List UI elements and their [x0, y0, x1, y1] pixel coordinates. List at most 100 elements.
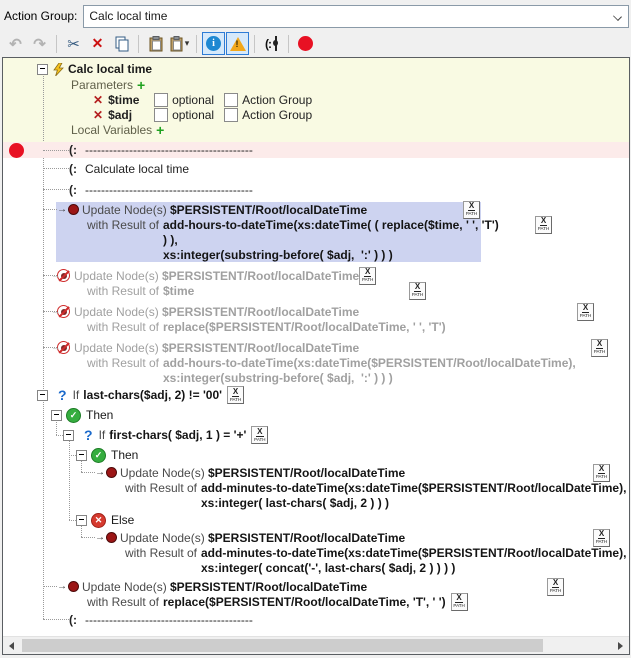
delete-button[interactable]: ✕: [86, 32, 109, 55]
copy-button[interactable]: [110, 32, 133, 55]
comment-row-breakpoint[interactable]: (: -------------------------------------…: [3, 142, 629, 158]
comment-row[interactable]: (: -------------------------------------…: [3, 179, 629, 200]
target-path: $PERSISTENT/Root/localDateTime: [162, 341, 359, 355]
then-branch-row[interactable]: ✓ Then: [3, 445, 629, 465]
xpath-button[interactable]: XPATH: [451, 593, 468, 611]
target-path: $PERSISTENT/Root/localDateTime: [208, 531, 405, 545]
parameter-row[interactable]: ✕ $time optional Action Group: [3, 92, 629, 107]
copy-icon: [114, 36, 130, 52]
with-result-row[interactable]: with Result of add-minutes-to-dateTime(x…: [3, 545, 630, 560]
comment-row[interactable]: (: -------------------------------------…: [3, 609, 629, 630]
collapse-box[interactable]: [63, 430, 74, 441]
then-label: Then: [86, 408, 113, 422]
scissors-icon: ✂: [67, 35, 80, 53]
collapse-box[interactable]: [37, 64, 48, 75]
action-group-checkbox[interactable]: [224, 108, 238, 122]
xpath-button[interactable]: XPATH: [577, 303, 594, 321]
if-label: If: [99, 428, 106, 442]
xpath-button[interactable]: XPATH: [409, 282, 426, 300]
redo-button[interactable]: ↷: [28, 32, 51, 55]
update-node-action-row[interactable]: → Update Node(s) $PERSISTENT/Root/localD…: [3, 465, 611, 480]
collapse-box[interactable]: [76, 515, 87, 526]
optional-checkbox[interactable]: [154, 93, 168, 107]
scrollbar-track[interactable]: [20, 637, 612, 654]
scroll-right-button[interactable]: [612, 637, 629, 654]
scroll-left-button[interactable]: [3, 637, 20, 654]
collapse-box[interactable]: [76, 450, 87, 461]
with-result-row-disabled[interactable]: with Result of $time XPATH: [3, 283, 427, 298]
xpath-expression: add-hours-to-dateTime(xs:dateTime( ( rep…: [163, 218, 499, 232]
comment-open: (:: [69, 143, 77, 157]
with-result-row-disabled[interactable]: with Result of add-hours-to-dateTime(xs:…: [3, 355, 630, 370]
update-node-action-row[interactable]: → Update Node(s) $PERSISTENT/Root/localD…: [3, 579, 565, 594]
comment-open: (:: [69, 183, 77, 197]
scroll-right-icon: [618, 642, 623, 650]
warning-icon: !: [230, 37, 246, 51]
update-node-action-row[interactable]: → Update Node(s) $PERSISTENT/Root/localD…: [3, 530, 611, 545]
insert-comment-button[interactable]: (:: [260, 32, 283, 55]
xpath-expression: replace($PERSISTENT/Root/localDateTime, …: [163, 595, 446, 609]
redo-icon: ↷: [33, 35, 46, 53]
with-result-row[interactable]: with Result of add-minutes-to-dateTime(x…: [3, 480, 630, 495]
delete-parameter-icon[interactable]: ✕: [93, 108, 103, 122]
parameters-label: Parameters: [71, 78, 133, 92]
update-node-action-row-disabled[interactable]: → Update Node(s) $PERSISTENT/Root/localD…: [3, 268, 355, 283]
parameter-row[interactable]: ✕ $adj optional Action Group: [3, 107, 629, 122]
update-node-action-row-disabled[interactable]: → Update Node(s) $PERSISTENT/Root/localD…: [3, 304, 595, 319]
xpath-button[interactable]: XPATH: [359, 267, 376, 285]
info-icon: i: [206, 36, 221, 51]
disabled-update-node-icon: →: [57, 305, 70, 318]
collapse-box[interactable]: [51, 410, 62, 421]
update-node-action-row[interactable]: → Update Node(s) $PERSISTENT/Root/localD…: [3, 202, 481, 217]
delete-parameter-icon[interactable]: ✕: [93, 93, 103, 107]
if-action-row[interactable]: ? If last-chars($adj, 2) != '00' XPATH: [3, 385, 629, 405]
action-group-checkbox[interactable]: [224, 93, 238, 107]
optional-checkbox[interactable]: [154, 108, 168, 122]
xpath-button[interactable]: XPATH: [227, 386, 244, 404]
comment-open: (:: [69, 613, 77, 627]
xpath-button[interactable]: XPATH: [547, 578, 564, 596]
collapse-box[interactable]: [37, 390, 48, 401]
toolbar-separator: [138, 35, 139, 53]
then-branch-row[interactable]: ✓ Then: [3, 405, 629, 425]
optional-label: optional: [172, 93, 214, 107]
with-result-row-disabled[interactable]: with Result of replace($PERSISTENT/Root/…: [3, 319, 630, 334]
parameter-name: $time: [108, 93, 154, 107]
xpath-button[interactable]: XPATH: [535, 216, 552, 234]
xpath-button[interactable]: XPATH: [463, 201, 480, 219]
action-group-select[interactable]: Calc local time: [83, 5, 629, 28]
xpath-button[interactable]: XPATH: [593, 529, 610, 547]
breakpoint-record-button[interactable]: [294, 32, 317, 55]
delete-icon: ✕: [92, 35, 104, 52]
target-path: $PERSISTENT/Root/localDateTime: [208, 466, 405, 480]
else-branch-row[interactable]: ✕ Else: [3, 510, 629, 530]
with-result-row[interactable]: with Result of replace($PERSISTENT/Root/…: [3, 594, 629, 609]
if-condition-icon: ?: [58, 387, 67, 403]
horizontal-scrollbar[interactable]: [3, 636, 629, 654]
show-warnings-toggle[interactable]: !: [226, 32, 249, 55]
group-title-row[interactable]: Calc local time: [3, 61, 629, 77]
paste-button[interactable]: [144, 32, 167, 55]
update-node-action-row-disabled[interactable]: → Update Node(s) $PERSISTENT/Root/localD…: [3, 340, 609, 355]
comment-row[interactable]: (: Calculate local time: [3, 158, 629, 179]
xpath-button[interactable]: XPATH: [591, 339, 608, 357]
cut-button[interactable]: ✂: [62, 32, 85, 55]
scrollbar-thumb[interactable]: [22, 639, 543, 652]
add-parameter-icon[interactable]: +: [137, 77, 145, 93]
paste-special-button[interactable]: ▾: [168, 32, 191, 55]
record-icon: [298, 36, 313, 51]
show-info-toggle[interactable]: i: [202, 32, 225, 55]
xpath-expression: $time: [163, 284, 194, 298]
update-node-icon: →: [57, 581, 79, 592]
add-local-variable-icon[interactable]: +: [156, 122, 164, 138]
parameter-name: $adj: [108, 108, 154, 122]
update-node-icon: →: [95, 467, 117, 478]
expression-continuation: xs:integer(substring-before( $adj, ':' )…: [3, 247, 629, 262]
xpath-button[interactable]: XPATH: [593, 464, 610, 482]
with-result-row[interactable]: with Result of add-hours-to-dateTime(xs:…: [3, 217, 553, 232]
undo-button[interactable]: ↶: [4, 32, 27, 55]
if-action-row[interactable]: ? If first-chars( $adj, 1 ) = '+' XPATH: [3, 425, 629, 445]
if-condition-icon: ?: [84, 427, 93, 443]
xpath-button[interactable]: XPATH: [251, 426, 268, 444]
breakpoint-dot[interactable]: [9, 143, 24, 158]
